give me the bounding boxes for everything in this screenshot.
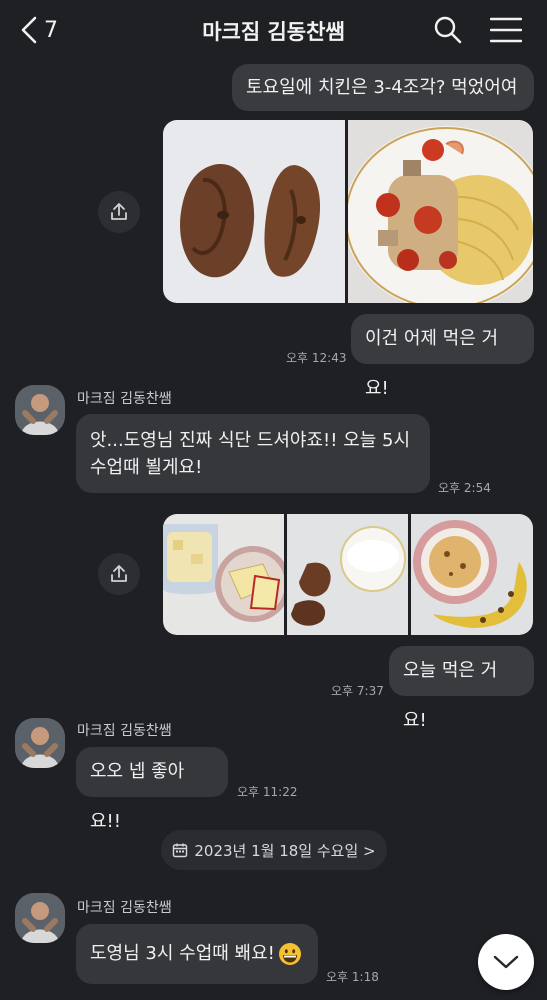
- message-text: 도영님 3시 수업때 봬요!: [90, 943, 275, 964]
- message-timestamp: 오후 11:22: [237, 785, 298, 799]
- calendar-icon: [173, 843, 188, 858]
- share-button[interactable]: [98, 191, 140, 233]
- date-divider[interactable]: 2023년 1월 18일 수요일 >: [161, 830, 387, 870]
- back-button[interactable]: 7: [20, 14, 64, 46]
- grinning-face-emoji: [278, 943, 301, 965]
- incoming-message-bubble[interactable]: 도영님 3시 수업때 봬요!: [76, 924, 318, 984]
- scroll-to-bottom-button[interactable]: [478, 934, 534, 990]
- chat-title: 마크짐 김동찬쌤: [202, 20, 345, 44]
- share-button[interactable]: [98, 553, 140, 595]
- chat-header: 7 마크짐 김동찬쌤: [0, 0, 547, 60]
- sender-name: 마크짐 김동찬쌤: [77, 391, 172, 407]
- avatar[interactable]: [15, 718, 65, 768]
- incoming-message-bubble[interactable]: 앗...도영님 진짜 식단 드셔야죠!! 오늘 5시 수업때 뵐게요!: [76, 414, 430, 493]
- sender-name: 마크짐 김동찬쌤: [77, 900, 172, 916]
- photo-pasta[interactable]: [348, 120, 533, 303]
- my-message-bubble[interactable]: 오늘 먹은 거요!: [389, 646, 534, 731]
- share-icon: [111, 203, 127, 220]
- share-icon: [111, 565, 127, 582]
- photo-pancake-banana[interactable]: [411, 514, 533, 635]
- hamburger-menu-icon: [489, 17, 523, 43]
- search-button[interactable]: [432, 14, 464, 46]
- message-timestamp: 오후 12:43: [286, 351, 347, 365]
- chevron-left-icon: [21, 16, 37, 44]
- date-divider-label: 2023년 1월 18일 수요일 >: [194, 841, 376, 860]
- menu-button[interactable]: [489, 14, 523, 46]
- chevron-down-icon: [493, 955, 519, 969]
- my-message-bubble[interactable]: 토요일에 치킨은 3-4조각? 먹었어여: [232, 64, 534, 111]
- photo-sweet-potatoes[interactable]: [163, 120, 345, 303]
- photo-sweet-potato-milk[interactable]: [287, 514, 408, 635]
- search-icon: [434, 16, 462, 44]
- message-timestamp: 오후 2:54: [438, 481, 491, 495]
- message-timestamp: 오후 7:37: [331, 684, 384, 698]
- my-message-bubble[interactable]: 이건 어제 먹은 거요!: [351, 314, 534, 399]
- incoming-message-bubble[interactable]: 오오 넵 좋아요!!: [76, 747, 228, 832]
- message-timestamp: 오후 1:18: [326, 970, 379, 984]
- avatar[interactable]: [15, 385, 65, 435]
- sender-name: 마크짐 김동찬쌤: [77, 723, 172, 739]
- photo-apples[interactable]: [163, 514, 284, 635]
- unread-count: 7: [44, 17, 58, 43]
- avatar[interactable]: [15, 893, 65, 943]
